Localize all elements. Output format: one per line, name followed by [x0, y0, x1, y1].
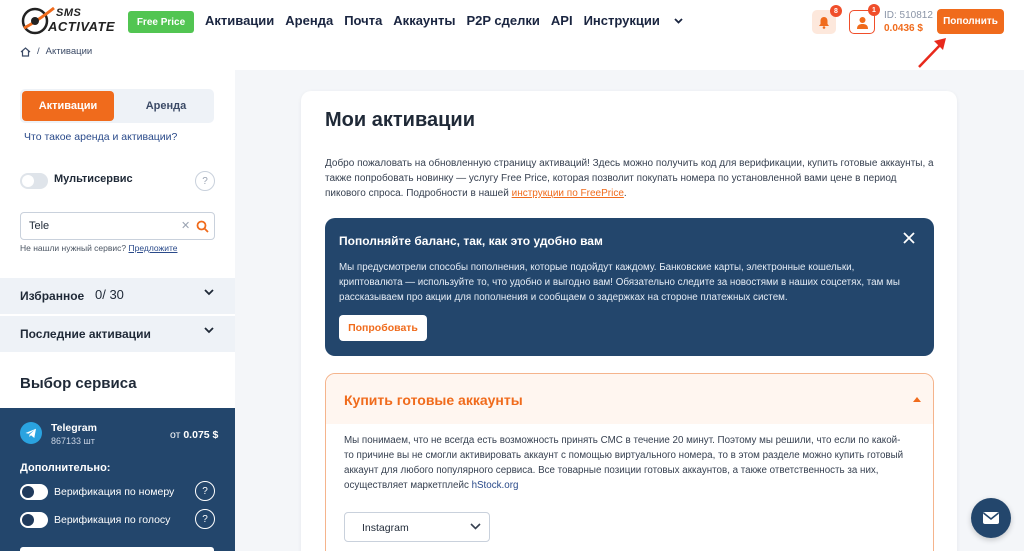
promo-text: Мы предусмотрели способы пополнения, кот…: [339, 262, 900, 303]
notifications-button[interactable]: 8: [812, 5, 842, 34]
close-icon[interactable]: [903, 232, 915, 244]
mode-tabs: Активации Аренда: [20, 89, 214, 123]
verify-number-label: Верификация по номеру: [54, 486, 175, 498]
profile-button[interactable]: 1: [849, 4, 880, 34]
service-select[interactable]: Instagram: [344, 512, 490, 542]
free-price-button[interactable]: Free Price: [128, 11, 194, 33]
favorites-label: Избранное: [20, 289, 85, 303]
promo-title: Пополняйте баланс, так, как это удобно в…: [339, 234, 603, 248]
buy-accounts-section: Купить готовые аккаунты Мы понимаем, что…: [325, 373, 934, 551]
clear-icon[interactable]: ✕: [181, 219, 190, 232]
nav-instructions[interactable]: Инструкции: [584, 13, 694, 28]
nav-accounts[interactable]: Аккаунты: [393, 13, 455, 28]
recent-label: Последние активации: [20, 327, 151, 341]
multiservice-row: Мультисервис ?: [20, 171, 215, 191]
logo-text-bottom: ACTIVATE: [48, 19, 116, 34]
support-chat-button[interactable]: [971, 498, 1011, 538]
service-panel: Telegram 867133 шт от 0.075 $ Дополнител…: [0, 408, 235, 551]
profile-badge: 1: [868, 4, 880, 16]
page-title: Мои активации: [325, 109, 475, 131]
favorites-count: 0/ 30: [95, 287, 124, 302]
buy-accounts-title: Купить готовые аккаунты: [344, 392, 523, 408]
multiservice-toggle[interactable]: [20, 173, 48, 189]
service-search-input[interactable]: Tele ✕: [20, 212, 215, 240]
price-value: 0.075 $: [183, 429, 219, 441]
verify-voice-label: Верификация по голосу: [54, 514, 171, 526]
nav-activations[interactable]: Активации: [205, 13, 274, 28]
breadcrumb: / Активации: [20, 46, 92, 57]
multiservice-help-icon[interactable]: ?: [195, 171, 215, 191]
main-nav: Активации Аренда Почта Аккаунты P2P сдел…: [205, 13, 705, 28]
nav-api[interactable]: API: [551, 13, 573, 28]
nav-mail[interactable]: Почта: [344, 13, 382, 28]
home-icon[interactable]: [20, 46, 31, 57]
sms-activate-logo[interactable]: SMS ACTIVATE: [20, 4, 120, 38]
nav-instructions-label: Инструкции: [583, 13, 660, 28]
bell-icon: [819, 16, 829, 29]
service-price[interactable]: от 0.075 $: [170, 429, 218, 441]
verify-voice-toggle[interactable]: [20, 512, 48, 528]
chevron-down-icon: [204, 289, 214, 296]
breadcrumb-current: Активации: [45, 46, 93, 57]
suggest-link[interactable]: Предложите: [129, 243, 178, 253]
mail-icon: [983, 512, 999, 524]
chevron-down-icon: [470, 523, 481, 530]
chevron-down-icon: [204, 327, 214, 334]
telegram-icon: [20, 422, 42, 444]
sidebar: Активации Аренда Что такое аренда и акти…: [0, 70, 235, 551]
topup-button[interactable]: Пополнить: [937, 9, 1004, 34]
account-id: ID: 510812: [884, 10, 933, 21]
intro-text: Добро пожаловать на обновленную страницу…: [325, 156, 935, 201]
what-is-link[interactable]: Что такое аренда и активации?: [24, 131, 177, 143]
notifications-badge: 8: [830, 5, 842, 17]
service-count: 867133 шт: [51, 436, 95, 446]
intro-body: Добро пожаловать на обновленную страницу…: [325, 158, 934, 199]
intro-end: .: [623, 188, 627, 199]
arrow-annotation-icon: [918, 38, 946, 68]
buy-accounts-text: Мы понимаем, что не всегда есть возможно…: [344, 433, 904, 493]
no-service-text: Не нашли нужный сервис? Предложите: [20, 243, 177, 253]
no-service-label: Не нашли нужный сервис?: [20, 243, 127, 253]
recent-accordion[interactable]: Последние активации: [0, 316, 235, 352]
search-icon[interactable]: [196, 220, 209, 233]
topup-promo-banner: Пополняйте баланс, так, как это удобно в…: [325, 218, 934, 356]
verify-voice-help-icon[interactable]: ?: [195, 509, 215, 529]
service-search-value: Tele: [29, 220, 50, 232]
logo-text-top: SMS: [56, 7, 82, 19]
user-icon: [856, 16, 868, 29]
account-balance: 0.0436 $: [884, 23, 923, 34]
chevron-down-icon: [674, 16, 683, 26]
service-select-value: Instagram: [362, 522, 409, 534]
freeprice-instructions-link[interactable]: инструкции по FreePrice: [512, 188, 624, 199]
next-service-card[interactable]: [20, 547, 214, 551]
nav-rent[interactable]: Аренда: [285, 13, 333, 28]
hstock-link[interactable]: hStock.org: [472, 480, 519, 491]
extra-heading: Дополнительно:: [20, 462, 111, 474]
choose-service-heading: Выбор сервиса: [20, 375, 137, 392]
caret-up-icon: [913, 397, 921, 402]
favorites-accordion[interactable]: Избранное 0/ 30: [0, 278, 235, 314]
multiservice-label: Мультисервис: [54, 173, 133, 185]
nav-p2p[interactable]: P2P сделки: [466, 13, 539, 28]
top-header: SMS ACTIVATE Free Price Активации Аренда…: [0, 0, 1024, 68]
tab-rent[interactable]: Аренда: [120, 91, 212, 121]
service-name[interactable]: Telegram: [51, 422, 97, 434]
verify-number-help-icon[interactable]: ?: [195, 481, 215, 501]
verify-number-toggle[interactable]: [20, 484, 48, 500]
buy-accounts-body: Мы понимаем, что не всегда есть возможно…: [344, 435, 904, 491]
tab-activations[interactable]: Активации: [22, 91, 114, 121]
buy-accounts-header[interactable]: Купить готовые аккаунты: [326, 374, 933, 424]
breadcrumb-separator: /: [37, 46, 40, 57]
promo-try-button[interactable]: Попробовать: [339, 315, 427, 341]
price-prefix: от: [170, 429, 181, 441]
